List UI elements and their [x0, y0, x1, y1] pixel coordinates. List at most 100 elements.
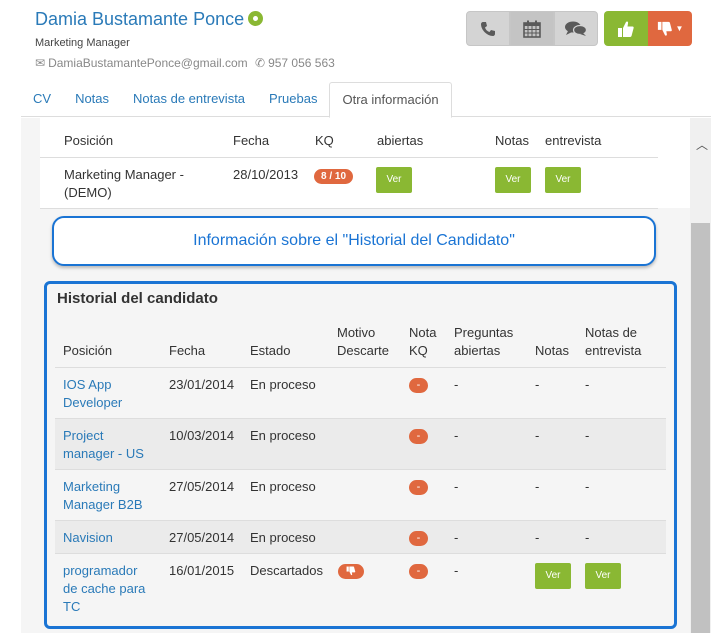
col-posicion: Posición — [64, 133, 114, 148]
kq-badge: - — [409, 531, 428, 546]
divider — [40, 157, 658, 158]
hist-col-notas: Notas — [535, 343, 569, 358]
kq-badge: - — [409, 378, 428, 393]
row-notas: - — [535, 479, 540, 494]
position-line: Developer — [63, 395, 123, 410]
ver-entrevista-button[interactable]: Ver — [585, 563, 621, 589]
ver-entrevista-button[interactable]: Ver — [545, 167, 581, 193]
position-line: Marketing — [63, 479, 121, 494]
row-preguntas: - — [454, 377, 459, 392]
kq-score-badge: 8 / 10 — [314, 169, 354, 184]
application-date: 28/10/2013 — [233, 167, 299, 182]
row-notas-entrevista: - — [585, 479, 590, 494]
kq-badge: - — [409, 564, 428, 579]
evaluation-actions: ▼ — [604, 11, 692, 46]
ver-notas-button[interactable]: Ver — [495, 167, 531, 193]
history-title: Historial del candidato — [57, 290, 218, 307]
row-notas-entrevista: - — [585, 428, 590, 443]
row-position-link[interactable]: Navision — [63, 529, 113, 547]
row-position-link[interactable]: programador de cache para TC — [63, 562, 145, 616]
phone-icon — [481, 21, 495, 36]
discard-reason-badge[interactable] — [338, 564, 364, 579]
kq-badge: - — [409, 480, 428, 495]
row-position-link[interactable]: IOS App Developer — [63, 376, 122, 412]
divider — [55, 553, 666, 554]
hist-col-nota-kq: Nota KQ — [409, 324, 436, 360]
calendar-button[interactable] — [510, 11, 554, 46]
tab-notas[interactable]: Notas — [63, 82, 121, 117]
phone-button[interactable] — [466, 11, 510, 46]
hist-col-preguntas: Preguntas abiertas — [454, 324, 513, 360]
tab-otra-informacion[interactable]: Otra información — [329, 82, 452, 118]
candidate-page: Damia Bustamante Ponce Marketing Manager… — [0, 0, 727, 633]
table-row — [55, 419, 666, 469]
col-kq: KQ — [315, 133, 334, 148]
tab-notas-entrevista[interactable]: Notas de entrevista — [121, 82, 257, 117]
row-notas: - — [535, 530, 540, 545]
candidate-title: Marketing Manager — [35, 37, 130, 49]
hist-col-entrevista-line1: Notas de — [585, 325, 638, 340]
col-notas: Notas — [495, 133, 529, 148]
col-entrevista: entrevista — [545, 133, 602, 148]
hist-col-notas-entrevista: Notas de entrevista — [585, 324, 641, 360]
tab-cv[interactable]: CV — [21, 82, 63, 117]
thumbs-up-icon — [618, 21, 634, 37]
scroll-up-arrow-icon[interactable]: ︿ — [696, 136, 708, 153]
thumbs-down-icon — [657, 21, 672, 36]
position-line: IOS App — [63, 377, 112, 392]
approve-button[interactable] — [604, 11, 648, 46]
candidate-email[interactable]: DamiaBustamantePonce@gmail.com — [48, 56, 248, 70]
row-notas: - — [535, 428, 540, 443]
hist-col-posicion: Posición — [63, 343, 113, 358]
hist-col-entrevista-line2: entrevista — [585, 343, 642, 358]
row-position-link[interactable]: Marketing Manager B2B — [63, 478, 143, 514]
tab-content: Posición Fecha KQ abiertas Notas entrevi… — [21, 118, 711, 633]
row-position-link[interactable]: Project manager - US — [63, 427, 144, 463]
reject-button[interactable]: ▼ — [648, 11, 692, 46]
row-preguntas: - — [454, 563, 459, 578]
position-line: de cache para — [63, 581, 146, 596]
row-preguntas: - — [454, 479, 459, 494]
table-row — [47, 368, 674, 418]
gear-icon[interactable] — [248, 10, 264, 26]
position-line: manager - US — [63, 446, 144, 461]
row-status: En proceso — [250, 530, 316, 545]
contact-info: ✉ DamiaBustamantePonce@gmail.com ✆ 957 056… — [35, 56, 335, 70]
divider — [55, 469, 666, 470]
envelope-icon: ✉ — [35, 56, 46, 70]
scrollbar-thumb[interactable] — [691, 223, 710, 633]
table-row — [55, 521, 666, 553]
tab-pruebas[interactable]: Pruebas — [257, 82, 329, 117]
position-line: programador — [63, 563, 138, 578]
hist-col-nota-line1: Nota — [409, 325, 437, 340]
col-fecha: Fecha — [233, 133, 270, 148]
hist-col-nota-line2: KQ — [409, 343, 428, 358]
position-line: Project — [63, 428, 104, 443]
row-date: 16/01/2015 — [169, 563, 235, 578]
application-position: Marketing Manager - (DEMO) — [64, 167, 184, 200]
row-notas: - — [535, 377, 540, 392]
applications-table: Posición Fecha KQ abiertas Notas entrevi… — [40, 118, 691, 209]
row-status: En proceso — [250, 428, 316, 443]
contact-actions — [466, 11, 598, 46]
vertical-scrollbar[interactable]: ︿ — [690, 118, 711, 633]
position-line: TC — [63, 599, 81, 614]
row-date: 23/01/2014 — [169, 377, 235, 392]
hist-col-preguntas-line2: abiertas — [454, 343, 501, 358]
hist-col-motivo-line1: Motivo — [337, 325, 376, 340]
candidate-phone: 957 056 563 — [268, 56, 335, 70]
col-abiertas: abiertas — [377, 133, 424, 148]
ver-preguntas-button[interactable]: Ver — [376, 167, 412, 193]
row-date: 27/05/2014 — [169, 530, 235, 545]
caret-down-icon: ▼ — [675, 24, 684, 33]
divider — [40, 208, 658, 209]
ver-notas-button[interactable]: Ver — [535, 563, 571, 589]
candidate-name: Damia Bustamante Ponce — [35, 9, 264, 30]
kq-badge: - — [409, 429, 428, 444]
candidate-history: Historial del candidato Posición Fecha E… — [44, 281, 677, 629]
row-date: 27/05/2014 — [169, 479, 235, 494]
thumbs-down-icon — [346, 566, 356, 576]
hist-col-motivo: Motivo Descarte — [337, 324, 389, 360]
chat-button[interactable] — [554, 11, 598, 46]
hist-col-fecha: Fecha — [169, 343, 206, 358]
